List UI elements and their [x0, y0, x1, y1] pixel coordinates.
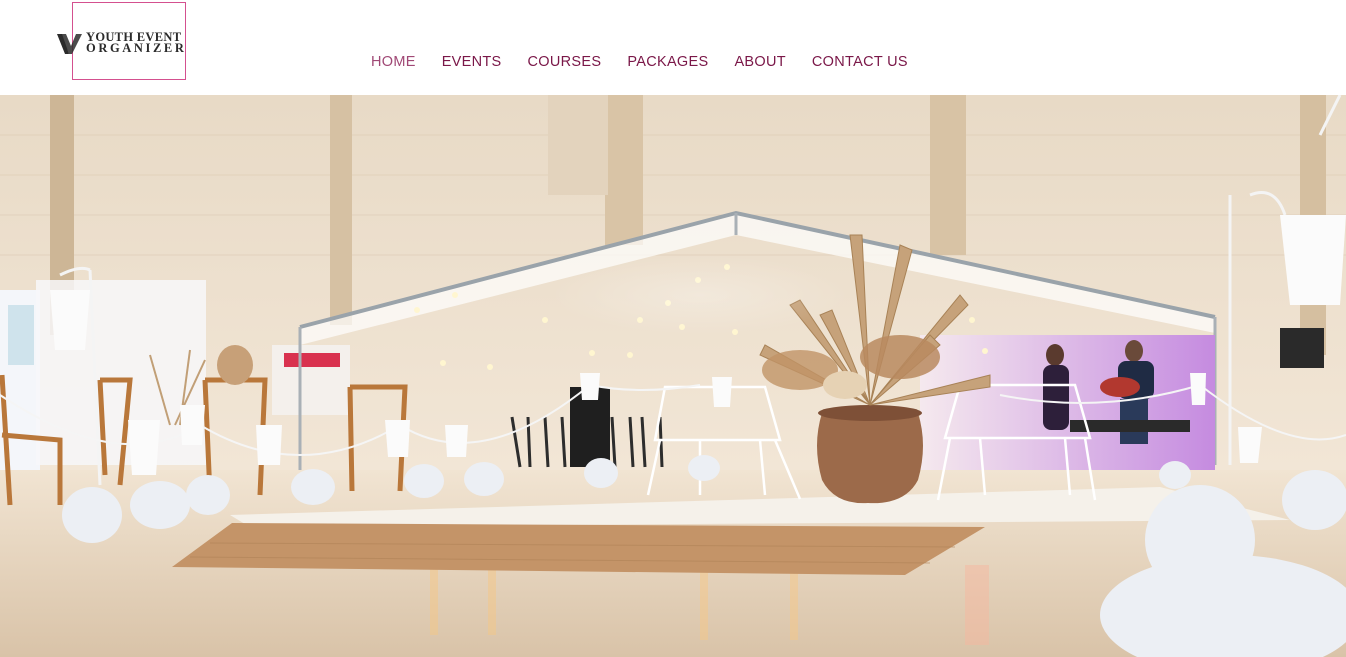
nav-contact-us[interactable]: CONTACT US	[799, 52, 921, 74]
nav-home[interactable]: HOME	[358, 52, 429, 74]
brand-logo[interactable]: YOUTH EVENT ORGANIZER	[56, 2, 206, 82]
logo-mark-icon	[57, 34, 82, 54]
event-venue-photo	[0, 95, 1346, 657]
main-nav: HOME EVENTS COURSES PACKAGES ABOUT CONTA…	[358, 52, 921, 74]
nav-packages[interactable]: PACKAGES	[614, 52, 721, 74]
nav-about[interactable]: ABOUT	[721, 52, 798, 74]
brand-line-2: ORGANIZER	[86, 41, 187, 55]
nav-events[interactable]: EVENTS	[429, 52, 515, 74]
brand-name: YOUTH EVENT ORGANIZER	[86, 31, 187, 55]
hero-image	[0, 95, 1346, 657]
nav-courses[interactable]: COURSES	[515, 52, 615, 74]
site-header: YOUTH EVENT ORGANIZER HOME EVENTS COURSE…	[0, 0, 1346, 95]
